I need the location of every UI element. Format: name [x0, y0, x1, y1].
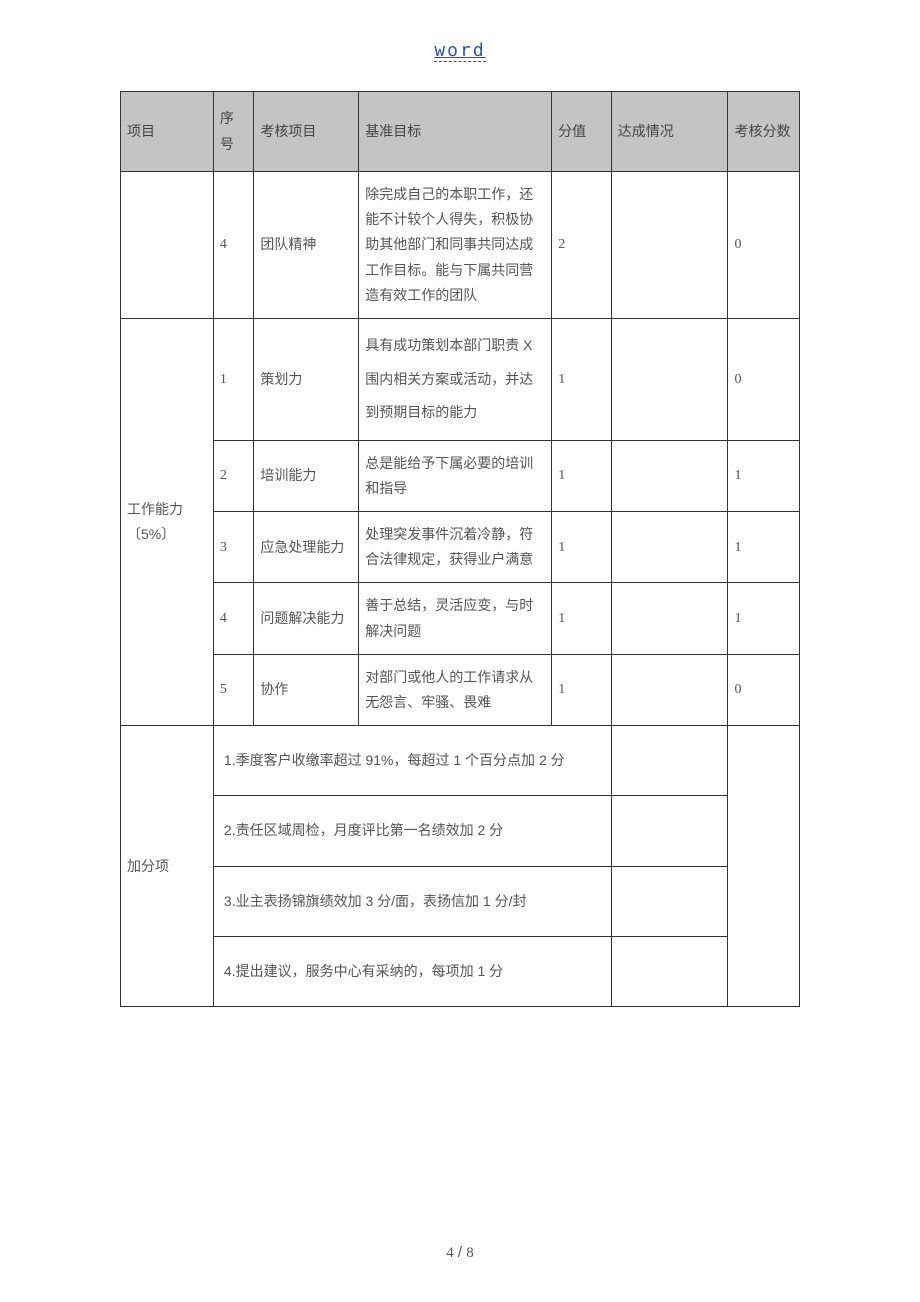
cell-item: 应急处理能力: [254, 512, 359, 583]
cell-score: 2: [552, 172, 612, 319]
cell-score: 1: [552, 583, 612, 654]
bonus-row: 3.业主表扬锦旗绩效加 3 分/面，表扬信加 1 分/封: [121, 866, 800, 936]
col-item-header: 考核项目: [254, 92, 359, 172]
cell-result: 0: [728, 654, 800, 725]
cell-score: 1: [552, 440, 612, 511]
col-status-header: 达成情况: [611, 92, 728, 172]
cell-seq: 4: [213, 583, 254, 654]
cell-item: 团队精神: [254, 172, 359, 319]
col-criteria-header: 基准目标: [359, 92, 552, 172]
assessment-table: 项目 序号 考核项目 基准目标 分值 达成情况 考核分数 4 团队精神 除完成自…: [120, 91, 800, 1007]
bonus-row: 加分项 1.季度客户收缴率超过 91%，每超过 1 个百分点加 2 分: [121, 726, 800, 796]
table-row: 工作能力〔5%〕 1 策划力 具有成功策划本部门职责 X 围内相关方案或活动，并…: [121, 318, 800, 440]
cell-status: [611, 512, 728, 583]
cell-result: 1: [728, 512, 800, 583]
table-row: 5 协作 对部门或他人的工作请求从无怨言、牢骚、畏难 1 0: [121, 654, 800, 725]
table-row: 3 应急处理能力 处理突发事件沉着冷静，符合法律规定，获得业户满意 1 1: [121, 512, 800, 583]
cell-result: 1: [728, 583, 800, 654]
bonus-item: 3.业主表扬锦旗绩效加 3 分/面，表扬信加 1 分/封: [213, 866, 611, 936]
col-result-header: 考核分数: [728, 92, 800, 172]
cell-item: 协作: [254, 654, 359, 725]
bonus-item: 2.责任区域周检，月度评比第一名绩效加 2 分: [213, 796, 611, 866]
cell-project-bonus: 加分项: [121, 726, 214, 1007]
table-row: 4 问题解决能力 善于总结，灵活应变，与时解决问题 1 1: [121, 583, 800, 654]
header-link: word: [0, 0, 920, 91]
cell-criteria: 处理突发事件沉着冷静，符合法律规定，获得业户满意: [359, 512, 552, 583]
cell-project: [121, 172, 214, 319]
cell-criteria: 除完成自己的本职工作，还能不计较个人得失，积极协助其他部门和同事共同达成工作目标…: [359, 172, 552, 319]
word-link[interactable]: word: [434, 40, 485, 62]
cell-item: 问题解决能力: [254, 583, 359, 654]
cell-score: 1: [552, 654, 612, 725]
cell-criteria: 具有成功策划本部门职责 X 围内相关方案或活动，并达到预期目标的能力: [359, 318, 552, 440]
bonus-item: 4.提出建议，服务中心有采纳的，每项加 1 分: [213, 936, 611, 1006]
bonus-item: 1.季度客户收缴率超过 91%，每超过 1 个百分点加 2 分: [213, 726, 611, 796]
cell-status: [611, 583, 728, 654]
table-row: 4 团队精神 除完成自己的本职工作，还能不计较个人得失，积极协助其他部门和同事共…: [121, 172, 800, 319]
cell-seq: 3: [213, 512, 254, 583]
page-sep: /: [454, 1244, 467, 1261]
table-row: 2 培训能力 总是能给予下属必要的培训和指导 1 1: [121, 440, 800, 511]
col-project-header: 项目: [121, 92, 214, 172]
cell-status: [611, 654, 728, 725]
col-score-header: 分值: [552, 92, 612, 172]
cell-project-ability: 工作能力〔5%〕: [121, 318, 214, 725]
bonus-status: [611, 796, 728, 866]
cell-result: 0: [728, 318, 800, 440]
cell-score: 1: [552, 512, 612, 583]
table-header-row: 项目 序号 考核项目 基准目标 分值 达成情况 考核分数: [121, 92, 800, 172]
cell-seq: 1: [213, 318, 254, 440]
bonus-status: [611, 866, 728, 936]
bonus-status: [611, 936, 728, 1006]
cell-seq: 2: [213, 440, 254, 511]
page-total: 8: [466, 1245, 474, 1261]
cell-item: 培训能力: [254, 440, 359, 511]
cell-status: [611, 172, 728, 319]
bonus-result: [728, 726, 800, 1007]
page-footer: 4 / 8: [0, 1244, 920, 1262]
cell-criteria: 总是能给予下属必要的培训和指导: [359, 440, 552, 511]
cell-criteria: 善于总结，灵活应变，与时解决问题: [359, 583, 552, 654]
cell-score: 1: [552, 318, 612, 440]
cell-result: 1: [728, 440, 800, 511]
cell-criteria: 对部门或他人的工作请求从无怨言、牢骚、畏难: [359, 654, 552, 725]
col-seq-header: 序号: [213, 92, 254, 172]
cell-result: 0: [728, 172, 800, 319]
cell-status: [611, 440, 728, 511]
bonus-status: [611, 726, 728, 796]
cell-seq: 5: [213, 654, 254, 725]
cell-status: [611, 318, 728, 440]
cell-item: 策划力: [254, 318, 359, 440]
cell-seq: 4: [213, 172, 254, 319]
bonus-row: 4.提出建议，服务中心有采纳的，每项加 1 分: [121, 936, 800, 1006]
bonus-row: 2.责任区域周检，月度评比第一名绩效加 2 分: [121, 796, 800, 866]
page-current: 4: [446, 1245, 454, 1261]
